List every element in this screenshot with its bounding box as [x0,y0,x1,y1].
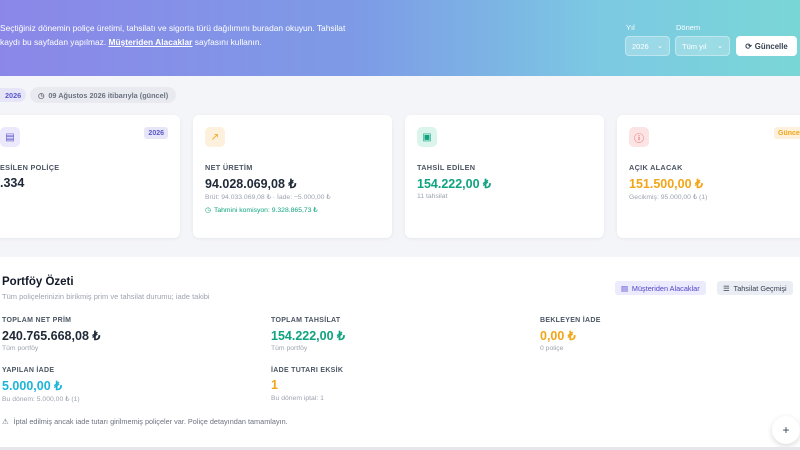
trending-up-icon: ↗ [205,127,225,147]
missing-refund-value: 1 [271,378,278,392]
missing-refund-label: İADE TUTARI EKSİK [271,367,344,374]
document-icon: ▤ [621,283,628,293]
open-value: 151.500,00 ₺ [629,177,703,191]
card-policies: ▤ 2026 ESİLEN POLİÇE .334 [0,115,180,238]
refresh-button-label: Güncelle [754,41,788,51]
card-open-receivable: ⓘ Güncel AÇIK ALACAK 151.500,00 ₺ Gecikm… [617,115,800,238]
header-text-line2-pre: kaydı bu sayfadan yapılmaz. [0,37,109,47]
open-badge: Güncel [774,127,800,139]
refund-done-value: 5.000,00 ₺ [2,379,63,393]
year-select[interactable]: 2026 ⌄ [625,36,670,56]
total-collection-sub: Tüm portföy [271,345,308,352]
card-net-production: ↗ NET ÜRETİM 94.028.069,08 ₺ Brüt: 94.03… [193,115,392,238]
receivables-button[interactable]: ▤ Müşteriden Alacaklar [615,281,706,295]
date-chip-label: 09 Ağustos 2026 itibarıyla (güncel) [48,90,169,100]
refresh-button[interactable]: ⟳ Güncelle [736,36,797,56]
total-premium-value: 240.765.668,08 ₺ [2,329,101,343]
alert-icon: ⓘ [629,127,649,147]
pending-refund-label: BEKLEYEN İADE [540,317,601,324]
total-premium-sub: Tüm portföy [2,345,39,352]
policies-label: ESİLEN POLİÇE [0,163,60,172]
policies-badge: 2026 [144,127,168,139]
net-commission-text: Tahmini komisyon: 9.328.865,73 ₺ [213,207,318,214]
policies-value: .334 [0,176,25,190]
net-value: 94.028.069,08 ₺ [205,177,297,191]
warning-text: İptal edilmiş ancak iade tutarı girilmem… [13,417,288,426]
period-label: Dönem [676,23,701,32]
collected-label: TAHSİL EDİLEN [417,163,476,172]
chevron-down-icon: ⌄ [657,43,663,50]
missing-refund-sub: Bu dönem iptal: 1 [271,395,324,402]
document-icon: ▤ [0,127,20,147]
clock-icon: ◷ [38,90,45,100]
collected-value: 154.222,00 ₺ [417,177,491,191]
pending-refund-value: 0,00 ₺ [540,329,576,343]
net-commission: ◷ Tahmini komisyon: 9.328.865,73 ₺ [205,206,318,214]
year-label: Yıl [626,23,635,32]
header-banner: Seçtiğiniz dönemin poliçe üretimi, tahsi… [0,0,800,76]
pending-refund-sub: 0 poliçe [540,345,564,352]
portfolio-summary: Portföy Özeti Tüm poliçelerinizin birikm… [0,257,800,447]
refresh-icon: ⟳ [745,41,752,51]
add-button[interactable]: + [772,416,800,444]
year-chip: 2026 [0,88,27,102]
open-label: AÇIK ALACAK [629,163,683,172]
header-text-line1: Seçtiğiniz dönemin poliçe üretimi, tahsi… [0,23,346,33]
open-sub: Gecikmiş: 95.000,00 ₺ (1) [629,194,708,201]
refund-done-sub: Bu dönem: 5.000,00 ₺ (1) [2,396,80,403]
total-collection-value: 154.222,00 ₺ [271,329,345,343]
warning-icon: ⚠ [2,417,9,426]
chevron-down-icon: ⌄ [717,43,723,50]
refund-done-label: YAPILAN İADE [2,367,55,374]
card-collected: ▣ TAHSİL EDİLEN 154.222,00 ₺ 11 tahsilat [405,115,604,238]
header-description: Seçtiğiniz dönemin poliçe üretimi, tahsi… [0,21,350,49]
collection-history-label: Tahsilat Geçmişi [733,283,787,293]
collection-history-button[interactable]: ☰ Tahsilat Geçmişi [717,281,793,295]
missing-refund-warning: ⚠ İptal edilmiş ancak iade tutarı girilm… [2,417,288,426]
total-collection-label: TOPLAM TAHSİLAT [271,317,341,324]
total-premium-label: TOPLAM NET PRİM [2,317,72,324]
list-icon: ☰ [723,283,730,293]
wallet-icon: ▣ [417,127,437,147]
period-select[interactable]: Tüm yıl ⌄ [675,36,730,56]
clock-icon: ◷ [205,207,211,214]
net-sub: Brüt: 94.033.069,08 ₺ · İade: −5.000,00 … [205,194,331,201]
receivables-link[interactable]: Müşteriden Alacaklar [108,37,192,47]
period-select-value: Tüm yıl [682,41,707,51]
receivables-button-label: Müşteriden Alacaklar [631,283,700,293]
year-select-value: 2026 [632,41,649,51]
header-text-line2-post: sayfasını kullanın. [192,37,262,47]
net-label: NET ÜRETİM [205,163,253,172]
portfolio-subtitle: Tüm poliçelerinizin birikmiş prim ve tah… [2,292,210,301]
date-chip: ◷ 09 Ağustos 2026 itibarıyla (güncel) [30,87,177,103]
collected-sub: 11 tahsilat [417,193,448,200]
portfolio-title: Portföy Özeti [2,276,74,288]
